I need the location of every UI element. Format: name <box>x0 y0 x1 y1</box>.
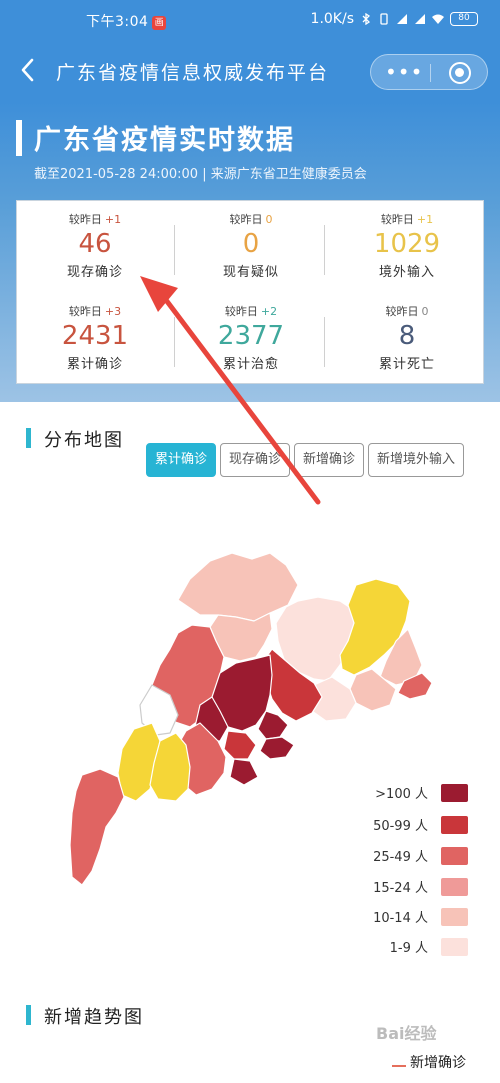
stat-total-deaths[interactable]: 较昨日 0 8 累计死亡 <box>329 303 485 372</box>
stat-label: 现有疑似 <box>222 265 279 280</box>
legend-swatch <box>441 816 468 834</box>
divider <box>324 225 325 275</box>
map-tabs: 累计确诊 现存确诊 新增确诊 新增境外输入 <box>146 443 465 477</box>
guangdong-map <box>69 552 433 886</box>
region-zhanjiang[interactable] <box>69 768 125 886</box>
tab-current-confirmed[interactable]: 现存确诊 <box>220 443 291 477</box>
stat-delta: +1 <box>416 213 434 226</box>
stat-total-cured[interactable]: 较昨日 +2 2377 累计治愈 <box>173 303 329 372</box>
page-title: 广东省疫情信息权威发布平台 <box>56 62 330 84</box>
stat-delta: 0 <box>421 305 429 318</box>
stat-value: 46 <box>78 229 112 259</box>
status-time: 下午3:04 画 <box>86 11 167 31</box>
chevron-left-icon <box>21 58 34 82</box>
signal-icon <box>397 14 407 24</box>
miniprogram-target-icon[interactable] <box>449 62 471 84</box>
stat-label: 累计治愈 <box>222 357 279 372</box>
region-shaoguan[interactable] <box>177 552 299 622</box>
region-zhuhai[interactable] <box>229 758 259 786</box>
legend-item: 1-9 人 <box>340 935 480 957</box>
legend-swatch <box>441 784 468 802</box>
legend-swatch <box>441 938 468 956</box>
stat-label: 累计确诊 <box>66 357 123 372</box>
stat-value: 2431 <box>61 321 129 351</box>
legend-item: 50-99 人 <box>340 813 480 835</box>
status-bar: 下午3:04 画 1.0K/s 80 <box>0 0 500 40</box>
notification-icon: 画 <box>152 16 167 30</box>
stat-value: 0 <box>242 229 260 259</box>
signal-icon-2 <box>415 14 425 24</box>
stats-card: 较昨日 +1 46 现存确诊 较昨日 0 0 现有疑似 较昨日 +1 1029 境外输… <box>16 200 484 384</box>
title-bar: 广东省疫情信息权威发布平台 ••• <box>0 40 500 102</box>
legend-item: 25-49 人 <box>340 844 480 866</box>
divider <box>174 317 175 367</box>
tab-cumulative-confirmed[interactable]: 累计确诊 <box>146 443 217 477</box>
stat-label: 境外输入 <box>378 265 435 280</box>
miniprogram-capsule: ••• <box>370 54 488 90</box>
stat-imported[interactable]: 较昨日 +1 1029 境外输入 <box>329 211 485 280</box>
more-dots-icon[interactable]: ••• <box>385 61 423 83</box>
region-zhongshan[interactable] <box>223 730 257 760</box>
trend-section-title: 新增趋势图 <box>26 1003 144 1029</box>
legend-swatch <box>441 878 468 896</box>
legend-item: >100 人 <box>340 781 480 803</box>
divider <box>324 317 325 367</box>
header-accent-bar <box>16 120 22 156</box>
wifi-icon <box>432 14 444 24</box>
stat-current-confirmed[interactable]: 较昨日 +1 46 现存确诊 <box>17 211 173 280</box>
stat-suspected[interactable]: 较昨日 0 0 现有疑似 <box>173 211 329 280</box>
bluetooth-icon <box>362 13 371 25</box>
header-title: 广东省疫情实时数据 <box>34 125 295 156</box>
network-speed: 1.0K/s <box>310 11 354 27</box>
stat-value: 1029 <box>373 229 441 259</box>
trend-legend[interactable]: 新增确诊 <box>392 1052 466 1072</box>
stat-total-confirmed[interactable]: 较昨日 +3 2431 累计确诊 <box>17 303 173 372</box>
status-right: 1.0K/s 80 <box>311 11 478 27</box>
legend-swatch <box>441 847 468 865</box>
stat-delta: +1 <box>104 213 122 226</box>
stat-value: 2377 <box>217 321 285 351</box>
stat-delta: +2 <box>260 305 278 318</box>
line-legend-icon <box>392 1059 406 1067</box>
capsule-divider <box>430 64 431 82</box>
tab-new-confirmed[interactable]: 新增确诊 <box>294 443 365 477</box>
stat-label: 现存确诊 <box>66 265 123 280</box>
tab-new-imported[interactable]: 新增境外输入 <box>368 443 465 477</box>
map-section-title: 分布地图 <box>26 426 124 452</box>
divider <box>174 225 175 275</box>
region-shenzhen[interactable] <box>259 736 295 760</box>
header-subtitle: 截至2021-05-28 24:00:00 | 来源广东省卫生健康委员会 <box>34 167 367 182</box>
stat-delta: +3 <box>104 305 122 318</box>
battery-icon: 80 <box>450 12 478 26</box>
vibrate-icon <box>380 13 388 25</box>
watermark: Bai经验 <box>376 1024 437 1043</box>
legend-item: 10-14 人 <box>340 905 480 927</box>
legend-item: 15-24 人 <box>340 875 480 897</box>
legend-swatch <box>441 908 468 926</box>
stat-value: 8 <box>398 321 416 351</box>
back-button[interactable] <box>16 55 40 85</box>
stat-label: 累计死亡 <box>378 357 435 372</box>
stat-delta: 0 <box>265 213 273 226</box>
